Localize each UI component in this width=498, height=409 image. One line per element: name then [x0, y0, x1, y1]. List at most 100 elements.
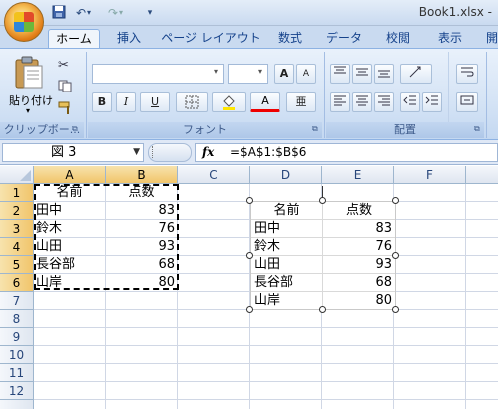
row-header-7[interactable]: 7: [0, 292, 34, 310]
align-top-button[interactable]: [330, 64, 350, 84]
bold-button[interactable]: B: [92, 92, 112, 112]
tab-home[interactable]: ホーム: [48, 29, 100, 48]
align-right-button[interactable]: [374, 92, 394, 112]
borders-button[interactable]: [176, 92, 208, 112]
shrink-font-button[interactable]: A: [296, 64, 316, 84]
cell-b4[interactable]: 93: [106, 238, 178, 256]
picture-cell: 長谷部: [251, 274, 322, 292]
resize-handle-bottom[interactable]: [319, 306, 326, 313]
font-name-dropdown[interactable]: [92, 64, 224, 84]
tab-view[interactable]: 表示: [428, 29, 472, 48]
select-all-corner[interactable]: [0, 166, 34, 184]
picture-cell: 76: [323, 238, 395, 256]
font-name-chevron-down-icon[interactable]: ▾: [214, 67, 218, 76]
cell-a1[interactable]: 名前: [34, 184, 106, 202]
insert-function-icon[interactable]: fx: [202, 143, 214, 161]
tab-insert[interactable]: 挿入: [108, 29, 150, 48]
name-box-chevron-down-icon[interactable]: ▼: [133, 144, 140, 161]
office-button[interactable]: [4, 2, 44, 42]
cell-b3[interactable]: 76: [106, 220, 178, 238]
resize-handle-top[interactable]: [319, 197, 326, 204]
cell-b2[interactable]: 83: [106, 202, 178, 220]
row-header-8[interactable]: 8: [0, 310, 34, 328]
italic-button[interactable]: I: [116, 92, 136, 112]
format-painter-icon[interactable]: [58, 101, 74, 115]
increase-indent-button[interactable]: [422, 92, 442, 112]
paste-button-label[interactable]: 貼り付け: [8, 92, 54, 108]
row-header-12[interactable]: 12: [0, 382, 34, 400]
paste-dropdown-icon[interactable]: ▾: [26, 106, 30, 115]
increase-indent-icon: [425, 95, 438, 105]
column-header-b[interactable]: B: [106, 166, 178, 184]
merge-center-button[interactable]: [456, 92, 478, 112]
tab-review[interactable]: 校閲: [376, 29, 420, 48]
paste-icon[interactable]: [10, 56, 48, 92]
row-header-9[interactable]: 9: [0, 328, 34, 346]
resize-handle-top-left[interactable]: [246, 197, 253, 204]
tab-page-layout[interactable]: ページ レイアウト: [160, 29, 262, 48]
phonetic-button[interactable]: 亜: [286, 92, 316, 112]
merge-center-icon: [460, 95, 474, 105]
row-header-13[interactable]: [0, 400, 34, 409]
undo-dropdown-icon[interactable]: ▾: [84, 5, 94, 21]
cell-a5[interactable]: 長谷部: [34, 256, 106, 274]
font-color-button[interactable]: A: [250, 92, 280, 112]
row-header-3[interactable]: 3: [0, 220, 34, 238]
resize-handle-right[interactable]: [392, 252, 399, 259]
font-size-chevron-down-icon[interactable]: ▾: [258, 67, 262, 76]
cell-a3[interactable]: 鈴木: [34, 220, 106, 238]
name-box[interactable]: 図 3 ▼: [2, 143, 144, 162]
cell-a6[interactable]: 山岸: [34, 274, 106, 292]
column-header-g[interactable]: [466, 166, 498, 184]
align-left-button[interactable]: [330, 92, 350, 112]
linked-picture[interactable]: 名前 田中 鈴木 山田 長谷部 山岸 点数 83 76 93 68 80: [250, 201, 396, 310]
resize-handle-left[interactable]: [246, 252, 253, 259]
row-header-1[interactable]: 1: [0, 184, 34, 202]
cell-b5[interactable]: 68: [106, 256, 178, 274]
decrease-indent-button[interactable]: [400, 92, 420, 112]
cell-b1[interactable]: 点数: [106, 184, 178, 202]
row-header-11[interactable]: 11: [0, 364, 34, 382]
cell-a4[interactable]: 山田: [34, 238, 106, 256]
decrease-indent-icon: [403, 95, 416, 105]
wrap-text-icon: [461, 67, 474, 77]
orientation-button[interactable]: [400, 64, 432, 84]
row-header-2[interactable]: 2: [0, 202, 34, 220]
cell-b6[interactable]: 80: [106, 274, 178, 292]
row-header-5[interactable]: 5: [0, 256, 34, 274]
save-icon[interactable]: [50, 5, 68, 21]
redo-dropdown-icon[interactable]: ▾: [116, 5, 126, 21]
column-header-f[interactable]: F: [394, 166, 466, 184]
underline-button[interactable]: U: [140, 92, 170, 112]
picture-cell: 山岸: [254, 293, 281, 308]
alignment-launcher-icon[interactable]: ⧉: [474, 124, 480, 134]
picture-cell: 山田: [251, 256, 322, 274]
align-center-button[interactable]: [352, 92, 372, 112]
formula-input[interactable]: =$A$1:$B$6: [195, 143, 498, 162]
clipboard-launcher-icon[interactable]: ⧉: [72, 124, 78, 134]
align-bottom-button[interactable]: [374, 64, 394, 84]
fill-color-button[interactable]: [212, 92, 246, 112]
grow-font-button[interactable]: A: [274, 64, 294, 84]
tab-formulas[interactable]: 数式: [268, 29, 312, 48]
qat-customize-icon[interactable]: ▾: [144, 5, 156, 21]
wrap-text-button[interactable]: [456, 64, 478, 84]
cell-a2[interactable]: 田中: [34, 202, 106, 220]
resize-handle-bottom-left[interactable]: [246, 306, 253, 313]
resize-handle-top-right[interactable]: [392, 197, 399, 204]
column-header-d[interactable]: D: [250, 166, 322, 184]
tab-developer[interactable]: 開: [482, 29, 498, 48]
tab-data[interactable]: データ: [320, 29, 368, 48]
group-separator: [86, 52, 87, 138]
row-header-6[interactable]: 6: [0, 274, 34, 292]
cut-icon[interactable]: ✂: [58, 58, 69, 73]
copy-icon[interactable]: [58, 80, 72, 93]
resize-handle-bottom-right[interactable]: [392, 306, 399, 313]
column-header-a[interactable]: A: [34, 166, 106, 184]
row-header-4[interactable]: 4: [0, 238, 34, 256]
font-launcher-icon[interactable]: ⧉: [312, 124, 318, 134]
row-header-10[interactable]: 10: [0, 346, 34, 364]
align-middle-button[interactable]: [352, 64, 372, 84]
column-header-c[interactable]: C: [178, 166, 250, 184]
column-header-e[interactable]: E: [322, 166, 394, 184]
